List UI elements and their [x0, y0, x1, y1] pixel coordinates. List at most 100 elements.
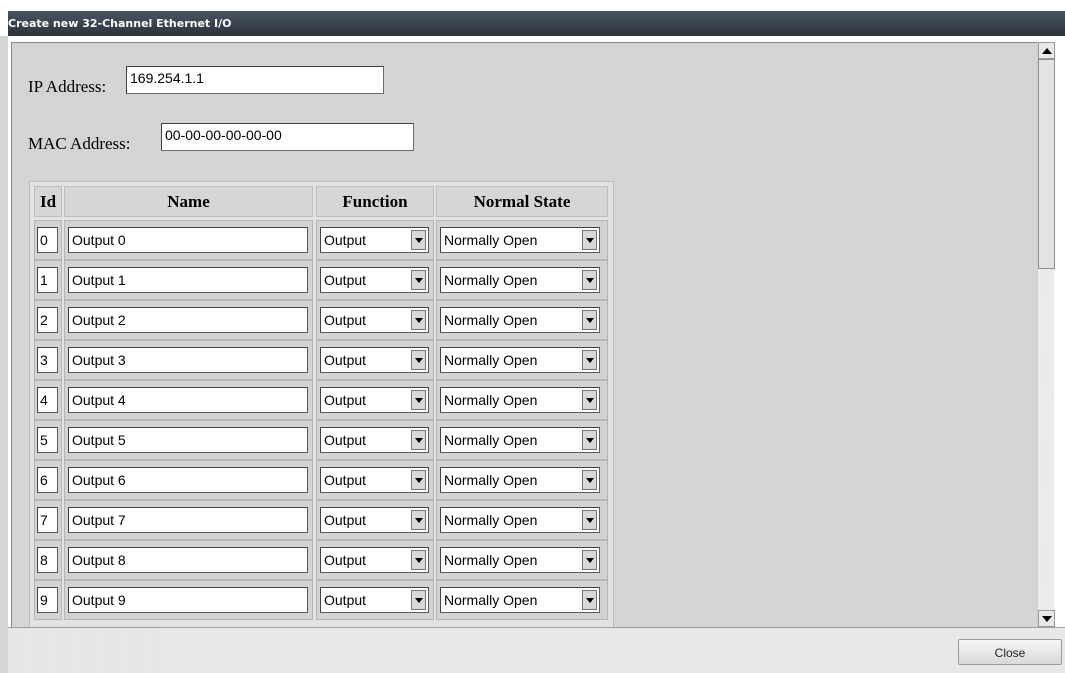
- chevron-down-icon[interactable]: [411, 550, 426, 570]
- table-row: 3 Output 3 Output Normally Open: [30, 340, 613, 380]
- id-input[interactable]: 9: [37, 587, 58, 613]
- chevron-down-icon[interactable]: [411, 590, 426, 610]
- name-input[interactable]: Output 0: [68, 227, 308, 253]
- chevron-down-icon[interactable]: [411, 430, 426, 450]
- function-select[interactable]: Output: [320, 427, 429, 453]
- chevron-down-icon[interactable]: [582, 310, 597, 330]
- id-input[interactable]: 6: [37, 467, 58, 493]
- normal-state-select[interactable]: Normally Open: [440, 547, 600, 573]
- mac-address-label: MAC Address:: [28, 134, 131, 153]
- chevron-down-icon[interactable]: [582, 550, 597, 570]
- normal-state-select[interactable]: Normally Open: [440, 507, 600, 533]
- normal-state-select[interactable]: Normally Open: [440, 227, 600, 253]
- id-input[interactable]: 7: [37, 507, 58, 533]
- name-input[interactable]: Output 3: [68, 347, 308, 373]
- chevron-down-icon[interactable]: [411, 470, 426, 490]
- name-input[interactable]: Output 6: [68, 467, 308, 493]
- normal-state-select-value: Normally Open: [444, 272, 538, 288]
- scroll-down-button[interactable]: [1038, 610, 1055, 627]
- function-select[interactable]: Output: [320, 507, 429, 533]
- normal-state-cell: Normally Open: [436, 300, 608, 340]
- function-cell: Output: [316, 340, 434, 380]
- chevron-down-icon[interactable]: [582, 510, 597, 530]
- table-row: 0 Output 0 Output Normally Open: [30, 220, 613, 260]
- function-select[interactable]: Output: [320, 307, 429, 333]
- id-input[interactable]: 5: [37, 427, 58, 453]
- chevron-down-icon[interactable]: [411, 350, 426, 370]
- chevron-down-icon[interactable]: [411, 510, 426, 530]
- chevron-down-icon[interactable]: [582, 430, 597, 450]
- normal-state-select[interactable]: Normally Open: [440, 467, 600, 493]
- id-input[interactable]: 4: [37, 387, 58, 413]
- normal-state-select[interactable]: Normally Open: [440, 387, 600, 413]
- function-cell: Output: [316, 540, 434, 580]
- name-input[interactable]: Output 2: [68, 307, 308, 333]
- function-select[interactable]: Output: [320, 387, 429, 413]
- window-title-bar[interactable]: Create new 32-Channel Ethernet I/O: [8, 11, 1065, 36]
- normal-state-cell: Normally Open: [436, 460, 608, 500]
- function-select-value: Output: [324, 272, 367, 288]
- id-input[interactable]: 0: [37, 227, 58, 253]
- name-cell: Output 9: [64, 580, 313, 620]
- function-select-value: Output: [324, 312, 367, 328]
- id-input[interactable]: 8: [37, 547, 58, 573]
- id-cell: 4: [34, 380, 62, 420]
- name-input[interactable]: Output 4: [68, 387, 308, 413]
- id-cell: 6: [34, 460, 62, 500]
- normal-state-select-value: Normally Open: [444, 472, 538, 488]
- id-cell: 9: [34, 580, 62, 620]
- table-row: 9 Output 9 Output Normally Open: [30, 580, 613, 620]
- id-cell: 7: [34, 500, 62, 540]
- mac-address-input[interactable]: 00-00-00-00-00-00: [161, 123, 414, 151]
- name-input[interactable]: Output 9: [68, 587, 308, 613]
- scroll-up-button[interactable]: [1038, 42, 1055, 59]
- name-input[interactable]: Output 7: [68, 507, 308, 533]
- chevron-down-icon[interactable]: [582, 470, 597, 490]
- table-row: 8 Output 8 Output Normally Open: [30, 540, 613, 580]
- normal-state-cell: Normally Open: [436, 260, 608, 300]
- scroll-thumb[interactable]: [1038, 59, 1055, 269]
- normal-state-select[interactable]: Normally Open: [440, 347, 600, 373]
- name-cell: Output 0: [64, 220, 313, 260]
- chevron-down-icon[interactable]: [582, 230, 597, 250]
- chevron-down-icon[interactable]: [411, 230, 426, 250]
- normal-state-select[interactable]: Normally Open: [440, 587, 600, 613]
- id-cell: 3: [34, 340, 62, 380]
- normal-state-cell: Normally Open: [436, 420, 608, 460]
- id-input[interactable]: 2: [37, 307, 58, 333]
- name-input[interactable]: Output 5: [68, 427, 308, 453]
- chevron-down-icon[interactable]: [411, 310, 426, 330]
- function-select[interactable]: Output: [320, 227, 429, 253]
- chevron-down-icon[interactable]: [582, 390, 597, 410]
- normal-state-select[interactable]: Normally Open: [440, 427, 600, 453]
- function-select[interactable]: Output: [320, 467, 429, 493]
- id-input[interactable]: 3: [37, 347, 58, 373]
- chevron-down-icon[interactable]: [582, 590, 597, 610]
- chevron-down-icon[interactable]: [582, 350, 597, 370]
- window-title: Create new 32-Channel Ethernet I/O: [8, 17, 232, 30]
- name-input[interactable]: Output 1: [68, 267, 308, 293]
- normal-state-select[interactable]: Normally Open: [440, 307, 600, 333]
- function-select[interactable]: Output: [320, 547, 429, 573]
- function-select[interactable]: Output: [320, 267, 429, 293]
- ip-address-input[interactable]: 169.254.1.1: [126, 66, 384, 94]
- normal-state-select-value: Normally Open: [444, 592, 538, 608]
- vertical-scrollbar[interactable]: [1037, 42, 1055, 627]
- id-cell: 1: [34, 260, 62, 300]
- channel-table: Id Name Function Normal State 0 Output 0 O…: [29, 181, 614, 628]
- id-cell: 2: [34, 300, 62, 340]
- chevron-down-icon[interactable]: [411, 390, 426, 410]
- function-select-value: Output: [324, 552, 367, 568]
- name-input[interactable]: Output 8: [68, 547, 308, 573]
- function-cell: Output: [316, 500, 434, 540]
- chevron-down-icon[interactable]: [411, 270, 426, 290]
- normal-state-select[interactable]: Normally Open: [440, 267, 600, 293]
- function-select[interactable]: Output: [320, 347, 429, 373]
- function-select-value: Output: [324, 392, 367, 408]
- id-input[interactable]: 1: [37, 267, 58, 293]
- normal-state-select-value: Normally Open: [444, 552, 538, 568]
- normal-state-select-value: Normally Open: [444, 512, 538, 528]
- chevron-down-icon[interactable]: [582, 270, 597, 290]
- function-select[interactable]: Output: [320, 587, 429, 613]
- close-button[interactable]: Close: [958, 639, 1062, 665]
